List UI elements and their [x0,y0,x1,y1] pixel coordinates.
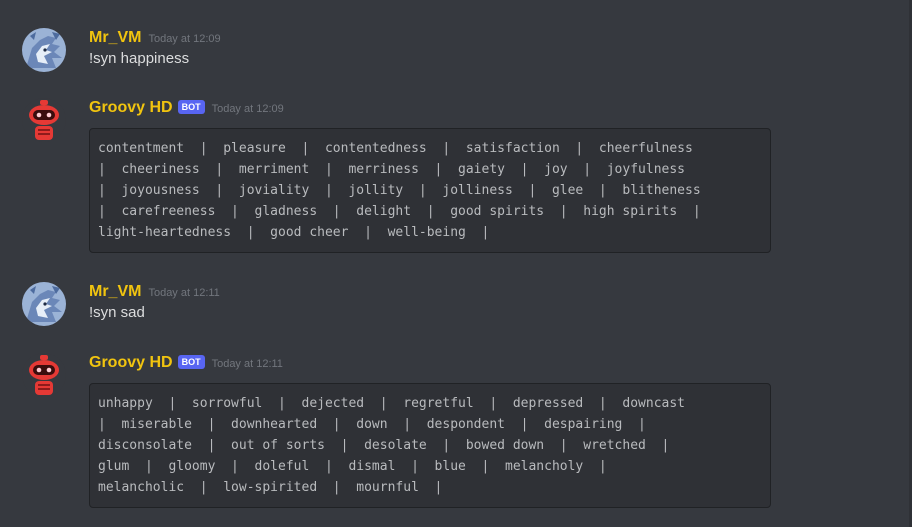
code-block: contentment | pleasure | contentedness |… [89,128,771,253]
timestamp[interactable]: Today at 12:09 [212,99,284,119]
user-avatar[interactable] [22,282,66,326]
message-header: Mr_VM Today at 12:11 [89,282,220,302]
code-block: unhappy | sorrowful | dejected | regretf… [89,383,771,508]
dragon-avatar-icon [22,282,66,326]
username[interactable]: Groovy HD [89,353,173,373]
message-header: Mr_VM Today at 12:09 [89,28,221,48]
bot-avatar[interactable] [22,353,66,397]
bot-avatar[interactable] [22,98,66,142]
username[interactable]: Groovy HD [89,98,173,118]
bot-badge: BOT [177,100,205,114]
dragon-avatar-icon [22,28,66,72]
message-header: Groovy HD BOT Today at 12:11 [89,353,283,373]
timestamp[interactable]: Today at 12:11 [148,283,219,303]
username[interactable]: Mr_VM [89,282,141,302]
robot-avatar-icon [22,98,66,142]
code-block-text: contentment | pleasure | contentedness |… [98,141,701,240]
user-avatar[interactable] [22,28,66,72]
username[interactable]: Mr_VM [89,28,141,48]
code-block-text: unhappy | sorrowful | dejected | regretf… [98,396,685,495]
message-content: !syn happiness [89,50,190,67]
message-header: Groovy HD BOT Today at 12:09 [89,98,284,118]
robot-avatar-icon [22,353,66,397]
message-content: !syn sad [89,304,145,321]
bot-badge: BOT [177,355,205,369]
timestamp[interactable]: Today at 12:09 [148,29,220,49]
timestamp[interactable]: Today at 12:11 [212,354,283,374]
